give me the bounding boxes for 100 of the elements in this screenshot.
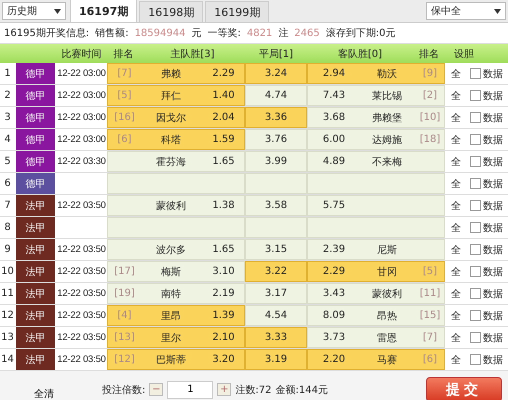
- draw-option[interactable]: 3.17: [245, 283, 307, 304]
- home-win-option[interactable]: [19] 南特 2.19: [107, 283, 245, 304]
- away-win-option[interactable]: 8.09 昂热 [15]: [307, 305, 445, 326]
- column-header: 设胆: [453, 48, 475, 60]
- clear-button[interactable]: 全清: [30, 384, 58, 400]
- banker-checkbox[interactable]: [470, 332, 480, 343]
- banker-checkbox[interactable]: [470, 68, 480, 79]
- away-win-option[interactable]: 5.75: [307, 195, 445, 216]
- data-link[interactable]: 数据: [483, 327, 507, 348]
- away-win-option[interactable]: 4.89 不来梅: [307, 151, 445, 172]
- banker-checkbox[interactable]: [470, 90, 480, 101]
- select-all-link[interactable]: 全: [445, 239, 467, 260]
- home-win-option[interactable]: [17] 梅斯 3.10: [107, 261, 245, 282]
- data-link[interactable]: 数据: [483, 217, 507, 238]
- data-link[interactable]: 数据: [483, 305, 507, 326]
- period-tab[interactable]: 16197期: [70, 0, 138, 22]
- row-number: 2: [3, 89, 12, 103]
- draw-option[interactable]: 4.54: [245, 305, 307, 326]
- away-win-option[interactable]: 6.00 达姆施 [18]: [307, 129, 445, 150]
- league-tag: 德甲: [16, 63, 55, 84]
- draw-option[interactable]: 4.74: [245, 85, 307, 106]
- select-all-link[interactable]: 全: [445, 107, 467, 128]
- data-link[interactable]: 数据: [483, 283, 507, 304]
- select-all-link[interactable]: 全: [445, 63, 467, 84]
- select-all-link[interactable]: 全: [445, 349, 467, 370]
- banker-checkbox[interactable]: [470, 354, 480, 365]
- banker-checkbox[interactable]: [470, 134, 480, 145]
- select-all-link[interactable]: 全: [445, 217, 467, 238]
- select-all-link[interactable]: 全: [445, 305, 467, 326]
- data-link[interactable]: 数据: [483, 195, 507, 216]
- column-header: 客队胜[0]: [336, 48, 384, 60]
- banker-checkbox[interactable]: [470, 156, 480, 167]
- draw-option[interactable]: 3.36: [245, 107, 307, 128]
- home-win-option[interactable]: [4] 里昂 1.39: [107, 305, 245, 326]
- period-tab[interactable]: 16199期: [205, 1, 270, 22]
- select-all-link[interactable]: 全: [445, 173, 467, 194]
- banker-checkbox[interactable]: [470, 266, 480, 277]
- select-all-link[interactable]: 全: [445, 85, 467, 106]
- data-link[interactable]: 数据: [483, 63, 507, 84]
- match-time: 12-22 03:50: [56, 309, 107, 323]
- data-link[interactable]: 数据: [483, 349, 507, 370]
- away-win-option[interactable]: 2.39 尼斯: [307, 239, 445, 260]
- data-link[interactable]: 数据: [483, 239, 507, 260]
- away-win-option[interactable]: 3.43 蒙彼利 [11]: [307, 283, 445, 304]
- league-tag: 法甲: [16, 327, 55, 348]
- draw-option[interactable]: 3.58: [245, 195, 307, 216]
- home-win-option[interactable]: [16] 因戈尔 2.04: [107, 107, 245, 128]
- away-win-option[interactable]: 2.29 甘冈 [5]: [307, 261, 445, 282]
- banker-checkbox[interactable]: [470, 288, 480, 299]
- data-link[interactable]: 数据: [483, 85, 507, 106]
- banker-checkbox[interactable]: [470, 310, 480, 321]
- row-number: 9: [3, 243, 12, 257]
- select-all-link[interactable]: 全: [445, 327, 467, 348]
- draw-option[interactable]: 3.19: [245, 349, 307, 370]
- away-win-option[interactable]: 2.94 勒沃 [9]: [307, 63, 445, 84]
- banker-checkbox[interactable]: [470, 112, 480, 123]
- data-link[interactable]: 数据: [483, 151, 507, 172]
- match-time: 12-22 03:50: [56, 243, 107, 257]
- draw-option[interactable]: 3.24: [245, 63, 307, 84]
- home-win-option[interactable]: 霍芬海 1.65: [107, 151, 245, 172]
- home-win-option[interactable]: [5] 拜仁 1.40: [107, 85, 245, 106]
- draw-option[interactable]: 3.76: [245, 129, 307, 150]
- minus-button[interactable]: −: [149, 383, 164, 396]
- home-win-option[interactable]: [12] 巴斯蒂 3.20: [107, 349, 245, 370]
- draw-option[interactable]: 3.33: [245, 327, 307, 348]
- period-tab[interactable]: 16198期: [139, 1, 204, 22]
- history-dropdown[interactable]: 历史期: [2, 2, 66, 20]
- data-link[interactable]: 数据: [483, 173, 507, 194]
- row-number: 12: [0, 309, 15, 323]
- banker-checkbox[interactable]: [470, 222, 480, 233]
- home-win-option[interactable]: 蒙彼利 1.38: [107, 195, 245, 216]
- prize-label: 一等奖:: [207, 27, 241, 40]
- plus-button[interactable]: +: [217, 383, 232, 396]
- select-all-link[interactable]: 全: [445, 283, 467, 304]
- home-win-option[interactable]: 波尔多 1.65: [107, 239, 245, 260]
- data-link[interactable]: 数据: [483, 261, 507, 282]
- data-link[interactable]: 数据: [483, 129, 507, 150]
- mode-dropdown[interactable]: 保中全: [426, 2, 506, 20]
- select-all-link[interactable]: 全: [445, 129, 467, 150]
- select-all-link[interactable]: 全: [445, 151, 467, 172]
- match-time: 12-22 03:50: [56, 265, 107, 279]
- home-win-option[interactable]: [13] 里尔 2.10: [107, 327, 245, 348]
- banker-checkbox[interactable]: [470, 200, 480, 211]
- home-win-option[interactable]: [7] 弗赖 2.29: [107, 63, 245, 84]
- away-win-option[interactable]: 2.20 马赛 [6]: [307, 349, 445, 370]
- away-win-option[interactable]: 3.73 雷恩 [7]: [307, 327, 445, 348]
- select-all-link[interactable]: 全: [445, 261, 467, 282]
- submit-button[interactable]: 提交: [426, 377, 502, 400]
- home-win-option[interactable]: [6] 科塔 1.59: [107, 129, 245, 150]
- draw-option[interactable]: 3.99: [245, 151, 307, 172]
- select-all-link[interactable]: 全: [445, 195, 467, 216]
- banker-checkbox[interactable]: [470, 178, 480, 189]
- draw-option[interactable]: 3.22: [245, 261, 307, 282]
- draw-option[interactable]: 3.15: [245, 239, 307, 260]
- away-win-option[interactable]: 3.68 弗赖堡 [10]: [307, 107, 445, 128]
- away-win-option[interactable]: 7.43 莱比锡 [2]: [307, 85, 445, 106]
- banker-checkbox[interactable]: [470, 244, 480, 255]
- multiplier-field[interactable]: 1: [167, 380, 214, 398]
- column-header: 排名: [418, 48, 440, 60]
- data-link[interactable]: 数据: [483, 107, 507, 128]
